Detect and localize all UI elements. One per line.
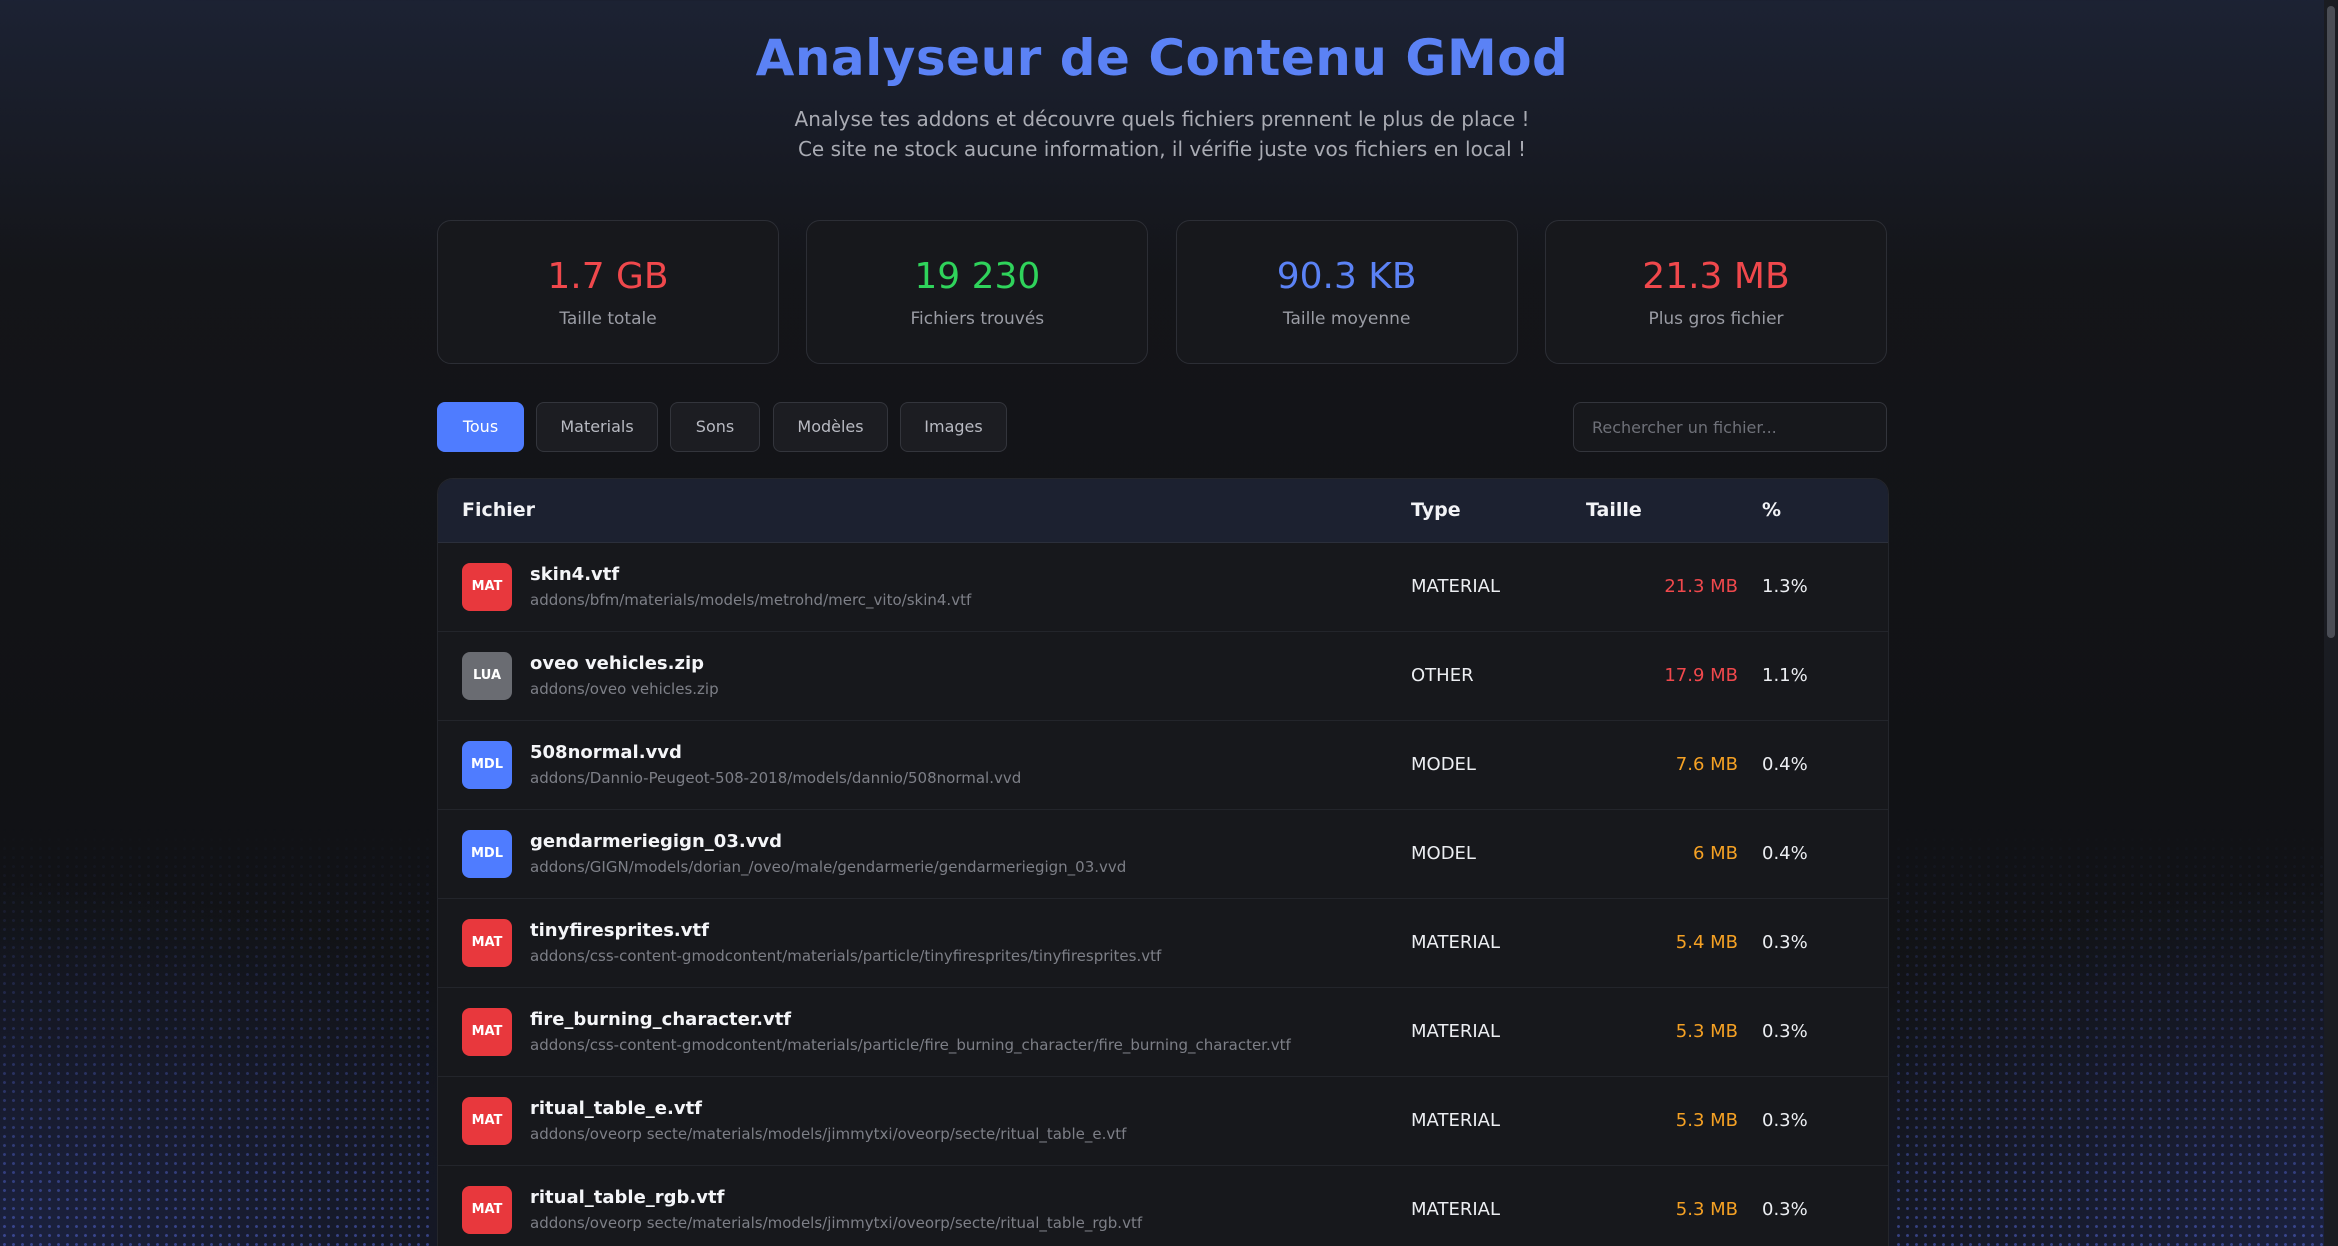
page-subtitle: Analyse tes addons et découvre quels fic… xyxy=(437,104,1887,164)
file-path: addons/oveo vehicles.zip xyxy=(530,680,719,698)
main-container: Analyseur de Contenu GMod Analyse tes ad… xyxy=(437,0,1889,1246)
file-path: addons/oveorp secte/materials/models/jim… xyxy=(530,1125,1127,1143)
background-dots-right xyxy=(1894,826,2324,1246)
subtitle-line-1: Analyse tes addons et découvre quels fic… xyxy=(794,107,1530,131)
file-type: OTHER xyxy=(1411,665,1474,686)
table-row[interactable]: MAT ritual_table_e.vtf addons/oveorp secte… xyxy=(438,1077,1888,1166)
file-name: gendarmeriegign_03.vvd xyxy=(530,831,783,852)
stat-label: Taille totale xyxy=(559,309,657,329)
file-percent: 0.3% xyxy=(1762,1199,1808,1220)
subtitle-line-2: Ce site ne stock aucune information, il … xyxy=(797,137,1527,161)
file-size: 5.3 MB xyxy=(1675,1021,1738,1042)
table-row[interactable]: MAT tinyfiresprites.vtf addons/css-content… xyxy=(438,899,1888,988)
file-path: addons/oveorp secte/materials/models/jim… xyxy=(530,1214,1143,1232)
page-scrollbar[interactable] xyxy=(2324,0,2338,1246)
file-name: 508normal.vvd xyxy=(530,742,682,763)
table-header: Fichier Type Taille % xyxy=(438,479,1888,543)
file-path: addons/bfm/materials/models/metrohd/merc… xyxy=(530,591,972,609)
file-type: MODEL xyxy=(1411,754,1476,775)
file-path: addons/css-content-gmodcontent/materials… xyxy=(530,947,1162,965)
file-percent: 0.4% xyxy=(1762,754,1808,775)
column-header-type[interactable]: Type xyxy=(1411,479,1461,542)
scrollbar-thumb[interactable] xyxy=(2327,6,2335,638)
file-type-badge: MDL xyxy=(462,830,512,878)
table-row[interactable]: MDL gendarmeriegign_03.vvd addons/GIGN/mod… xyxy=(438,810,1888,899)
stat-card-total-size: 1.7 GB Taille totale xyxy=(437,220,779,364)
file-type-badge: MAT xyxy=(462,1008,512,1056)
search-input[interactable] xyxy=(1573,402,1887,452)
file-size: 5.3 MB xyxy=(1675,1199,1738,1220)
file-size: 21.3 MB xyxy=(1664,576,1738,597)
file-type: MATERIAL xyxy=(1411,576,1500,597)
filter-images-button[interactable]: Images xyxy=(900,402,1007,452)
file-size: 7.6 MB xyxy=(1675,754,1738,775)
file-name: fire_burning_character.vtf xyxy=(530,1009,792,1030)
file-percent: 0.4% xyxy=(1762,843,1808,864)
stat-card-files-found: 19 230 Fichiers trouvés xyxy=(806,220,1149,364)
file-name: oveo vehicles.zip xyxy=(530,653,704,674)
stat-value: 21.3 MB xyxy=(1642,256,1790,297)
file-percent: 1.1% xyxy=(1762,665,1808,686)
table-row[interactable]: MAT skin4.vtf addons/bfm/materials/models/… xyxy=(438,543,1888,632)
table-row[interactable]: MDL 508normal.vvd addons/Dannio-Peugeot-50… xyxy=(438,721,1888,810)
stat-label: Plus gros fichier xyxy=(1648,309,1784,329)
stats-cards: 1.7 GB Taille totale 19 230 Fichiers tro… xyxy=(437,220,1887,364)
file-type-badge: MAT xyxy=(462,1186,512,1234)
file-type-badge: MDL xyxy=(462,741,512,789)
files-table: Fichier Type Taille % MAT skin4.vtf addons… xyxy=(437,478,1889,1246)
stat-card-average-size: 90.3 KB Taille moyenne xyxy=(1175,220,1518,364)
filter-models-button[interactable]: Modèles xyxy=(773,402,888,452)
column-header-file[interactable]: Fichier xyxy=(462,479,535,542)
file-type-badge: MAT xyxy=(462,1097,512,1145)
file-size: 6 MB xyxy=(1692,843,1738,864)
stat-value: 1.7 GB xyxy=(547,256,669,297)
file-type: MATERIAL xyxy=(1411,1199,1500,1220)
file-path: addons/css-content-gmodcontent/materials… xyxy=(530,1036,1291,1054)
file-type: MATERIAL xyxy=(1411,1021,1500,1042)
file-type: MATERIAL xyxy=(1411,1110,1500,1131)
file-percent: 0.3% xyxy=(1762,1110,1808,1131)
filter-sounds-button[interactable]: Sons xyxy=(670,402,760,452)
file-size: 17.9 MB xyxy=(1664,665,1738,686)
table-row[interactable]: MAT ritual_table_rgb.vtf addons/oveorp sec… xyxy=(438,1166,1888,1246)
stat-value: 90.3 KB xyxy=(1276,256,1417,297)
filter-materials-button[interactable]: Materials xyxy=(536,402,658,452)
filter-toolbar: Tous Materials Sons Modèles Images xyxy=(437,402,1887,452)
file-type-badge: MAT xyxy=(462,919,512,967)
file-name: tinyfiresprites.vtf xyxy=(530,920,709,941)
table-row[interactable]: LUA oveo vehicles.zip addons/oveo vehicles… xyxy=(438,632,1888,721)
column-header-size[interactable]: Taille xyxy=(1586,479,1642,542)
stat-value: 19 230 xyxy=(914,256,1041,297)
file-name: skin4.vtf xyxy=(530,564,620,585)
column-header-percent[interactable]: % xyxy=(1762,479,1781,542)
file-name: ritual_table_rgb.vtf xyxy=(530,1187,725,1208)
stat-label: Fichiers trouvés xyxy=(910,309,1045,329)
filter-all-button[interactable]: Tous xyxy=(437,402,524,452)
file-percent: 0.3% xyxy=(1762,1021,1808,1042)
file-size: 5.4 MB xyxy=(1675,932,1738,953)
file-type: MATERIAL xyxy=(1411,932,1500,953)
file-type: MODEL xyxy=(1411,843,1476,864)
file-percent: 0.3% xyxy=(1762,932,1808,953)
file-type-badge: LUA xyxy=(462,652,512,700)
file-path: addons/GIGN/models/dorian_/oveo/male/gen… xyxy=(530,858,1127,876)
table-body: MAT skin4.vtf addons/bfm/materials/models/… xyxy=(438,543,1888,1246)
file-percent: 1.3% xyxy=(1762,576,1808,597)
stat-label: Taille moyenne xyxy=(1282,309,1411,329)
file-type-badge: MAT xyxy=(462,563,512,611)
background-dots-left xyxy=(0,826,430,1246)
file-name: ritual_table_e.vtf xyxy=(530,1098,703,1119)
file-path: addons/Dannio-Peugeot-508-2018/models/da… xyxy=(530,769,1022,787)
file-size: 5.3 MB xyxy=(1675,1110,1738,1131)
table-row[interactable]: MAT fire_burning_character.vtf addons/css-… xyxy=(438,988,1888,1077)
page-title: Analyseur de Contenu GMod xyxy=(755,29,1569,87)
stat-card-largest-file: 21.3 MB Plus gros fichier xyxy=(1544,220,1887,364)
